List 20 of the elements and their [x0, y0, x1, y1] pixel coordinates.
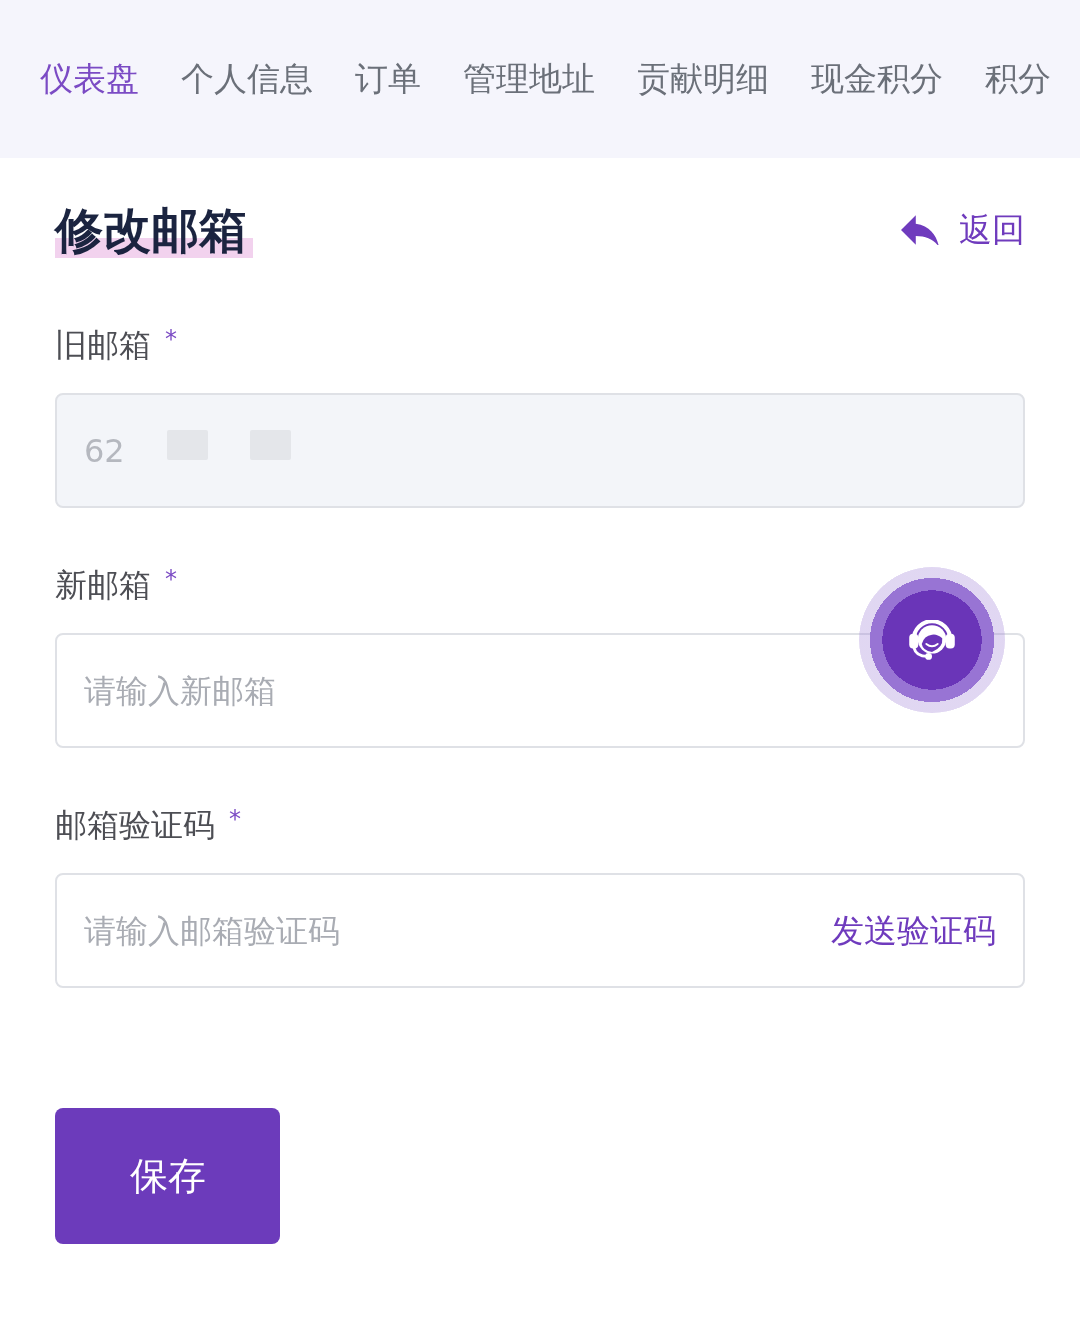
headset-icon: [908, 619, 956, 661]
nav-tab[interactable]: 积分: [985, 59, 1051, 99]
reply-arrow-icon: [901, 215, 939, 245]
field-label: 邮箱验证码: [55, 805, 215, 845]
nav-tab[interactable]: 仪表盘: [40, 59, 139, 99]
email-field[interactable]: 请输入新邮箱: [55, 633, 1025, 748]
required-asterisk: *: [165, 565, 177, 593]
save-button[interactable]: 保存: [55, 1108, 280, 1244]
nav-tab[interactable]: 个人信息: [181, 59, 313, 99]
nav-tab[interactable]: 贡献明细: [637, 59, 769, 99]
nav-tab[interactable]: 现金积分: [811, 59, 943, 99]
back-link[interactable]: 返回: [901, 210, 1025, 250]
send-code-button[interactable]: 发送验证码: [831, 910, 996, 951]
required-asterisk: *: [229, 805, 241, 833]
required-asterisk: *: [165, 325, 177, 353]
verification-code-field[interactable]: 请输入邮箱验证码 发送验证码: [55, 873, 1025, 988]
field-label: 新邮箱: [55, 565, 151, 605]
field-label: 旧邮箱: [55, 325, 151, 365]
nav-tab[interactable]: 订单: [355, 59, 421, 99]
nav-tab[interactable]: 管理地址: [463, 59, 595, 99]
